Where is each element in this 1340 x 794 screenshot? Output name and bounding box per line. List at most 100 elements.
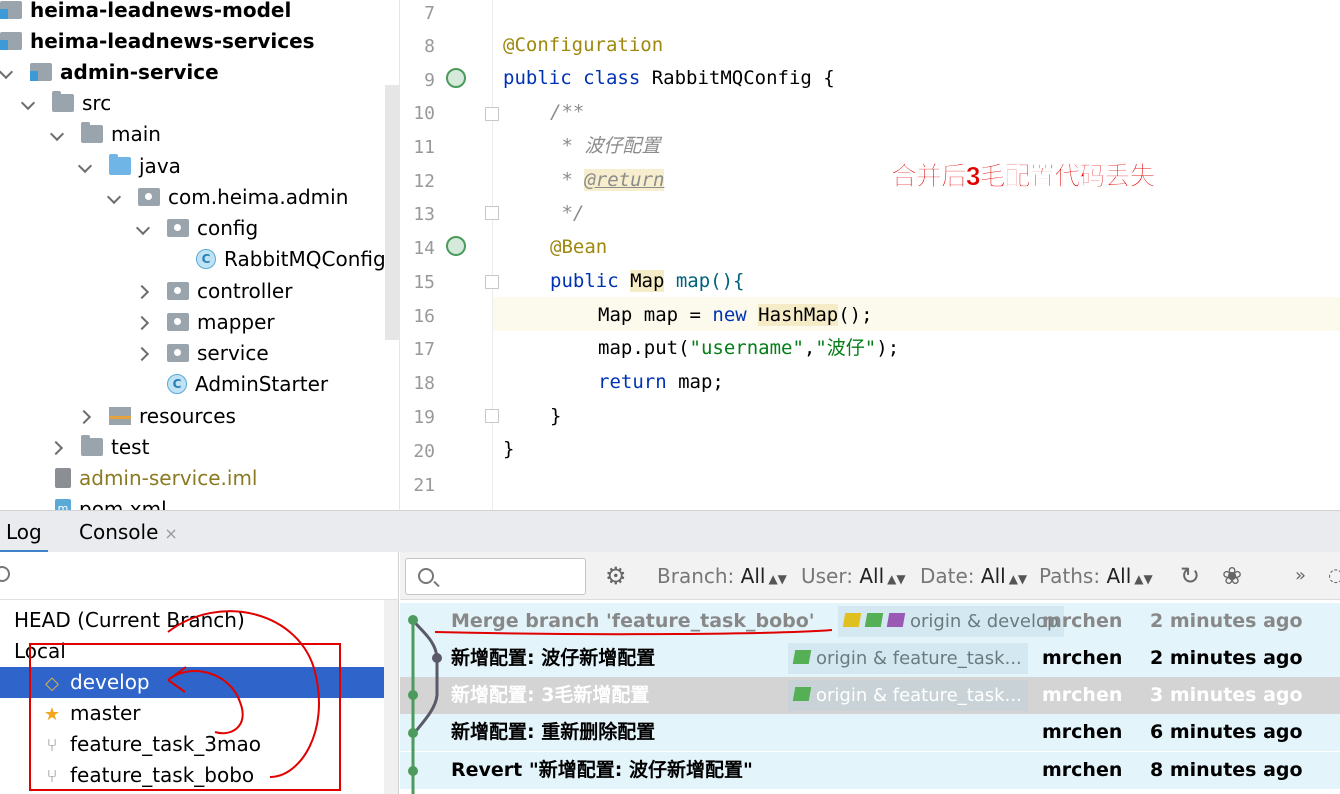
- chevron-right-icon[interactable]: [51, 440, 65, 454]
- tree-scrollbar[interactable]: [385, 85, 399, 340]
- commit-row-selected[interactable]: 新增配置: 3毛新增配置 origin & feature_task... mr…: [400, 677, 1340, 714]
- javadoc-tag: @return: [584, 169, 665, 191]
- tree-item-label: src: [82, 90, 112, 115]
- commit-author: mrchen: [1042, 759, 1123, 781]
- tree-item-iml[interactable]: admin-service.iml: [55, 462, 257, 493]
- chevron-down-icon[interactable]: [108, 190, 122, 204]
- chevron-right-icon[interactable]: [79, 409, 93, 423]
- commit-row[interactable]: Revert "新增配置: 波仔新增配置" mrchen 8 minutes a…: [400, 752, 1340, 789]
- project-tree: heima-leadnews-model heima-leadnews-serv…: [0, 0, 400, 510]
- commit-message: 新增配置: 波仔新增配置: [451, 647, 656, 669]
- tab-console[interactable]: Console ×: [73, 511, 184, 553]
- caret-icon: ▲▼: [1134, 572, 1153, 586]
- module-icon: [0, 0, 22, 19]
- user-filter[interactable]: User: All ▲▼: [801, 564, 906, 588]
- code-line-20: }: [503, 438, 515, 460]
- more-icon[interactable]: »: [1295, 565, 1306, 586]
- code-editor[interactable]: 7 8 9 10 11 12 13 14 15 16 17 18 19 20 2…: [401, 0, 1340, 510]
- tree-item-label: heima-leadnews-services: [30, 28, 315, 53]
- spring-bean-gutter-icon[interactable]: [446, 68, 466, 88]
- string-literal: "波仔": [815, 337, 877, 359]
- iml-file-icon: [55, 467, 71, 488]
- tree-item-main[interactable]: main: [51, 118, 161, 149]
- code-area[interactable]: @Configuration public class RabbitMQConf…: [503, 0, 1340, 510]
- spring-bean-gutter-icon[interactable]: [446, 236, 466, 256]
- tree-item-pom[interactable]: m pom.xml: [55, 493, 167, 510]
- date-filter[interactable]: Date: All ▲▼: [920, 564, 1027, 588]
- tab-log[interactable]: Log: [0, 511, 48, 553]
- line-number: 15: [413, 272, 435, 293]
- search-icon: [0, 566, 10, 582]
- branch-item-master[interactable]: ★ master: [0, 698, 384, 729]
- tree-item-label: service: [197, 340, 269, 365]
- chevron-down-icon[interactable]: [79, 159, 93, 173]
- tree-item-java[interactable]: java: [79, 150, 181, 181]
- search-icon[interactable]: ◌: [1328, 565, 1340, 586]
- fold-icon[interactable]: [485, 409, 499, 423]
- branch-filter[interactable]: Branch: All ▲▼: [657, 564, 787, 588]
- paths-filter[interactable]: Paths: All ▲▼: [1039, 564, 1153, 588]
- class-icon: C: [196, 248, 216, 269]
- filter-value: All: [980, 564, 1006, 588]
- tree-item-label: admin-service: [60, 59, 219, 84]
- fold-icon[interactable]: [485, 206, 499, 220]
- tree-item-model[interactable]: heima-leadnews-model: [0, 0, 291, 25]
- branch-group-label: Local: [14, 639, 66, 663]
- branch-item-develop[interactable]: ◇ develop: [0, 667, 384, 698]
- tree-item-test[interactable]: test: [51, 431, 149, 462]
- line-number: 17: [413, 339, 435, 360]
- chevron-down-icon[interactable]: [51, 127, 65, 141]
- close-icon[interactable]: ×: [164, 524, 177, 543]
- branch-item-feature-3mao[interactable]: ⑂ feature_task_3mao: [0, 729, 384, 760]
- fold-icon[interactable]: [485, 107, 499, 121]
- commit-message: Merge branch 'feature_task_bobo': [451, 610, 815, 632]
- chevron-down-icon[interactable]: [22, 96, 36, 110]
- tree-item-resources[interactable]: resources: [79, 400, 236, 431]
- code-text: Map map =: [598, 304, 713, 326]
- commit-message: 新增配置: 重新删除配置: [451, 721, 656, 743]
- code-line-11: * 波仔配置: [550, 135, 661, 157]
- code-line-9: public class RabbitMQConfig {: [503, 62, 835, 94]
- branches-scrollbar[interactable]: [384, 600, 398, 794]
- commit-row[interactable]: 新增配置: 重新删除配置 mrchen 6 minutes ago: [400, 714, 1340, 751]
- tree-item-mapper[interactable]: mapper: [137, 306, 275, 337]
- commit-time: 8 minutes ago: [1150, 759, 1303, 781]
- filter-value: All: [740, 564, 766, 588]
- tag-icon: [792, 687, 812, 701]
- tree-item-admin-service[interactable]: admin-service: [0, 56, 219, 87]
- fold-icon[interactable]: [485, 275, 499, 289]
- commit-row[interactable]: Merge branch 'feature_task_bobo' origin …: [400, 603, 1340, 640]
- tab-label: Console: [79, 520, 159, 544]
- caret-icon: ▲▼: [768, 572, 787, 586]
- keyword: public: [550, 270, 631, 292]
- chevron-down-icon[interactable]: [137, 221, 151, 235]
- tree-item-adminstarter[interactable]: C AdminStarter: [167, 368, 328, 399]
- branch-item-feature-bobo[interactable]: ⑂ feature_task_bobo: [0, 760, 384, 791]
- maven-file-icon: m: [55, 498, 71, 510]
- tree-item-package[interactable]: com.heima.admin: [108, 181, 348, 212]
- chevron-down-icon[interactable]: [0, 65, 14, 79]
- refresh-icon[interactable]: ↻: [1180, 562, 1200, 590]
- tree-item-services[interactable]: heima-leadnews-services: [0, 25, 315, 56]
- tag-icon: [842, 613, 862, 627]
- tree-item-controller[interactable]: controller: [137, 275, 292, 306]
- commit-row[interactable]: 新增配置: 波仔新增配置 origin & feature_task... mr…: [400, 640, 1340, 677]
- log-search-input[interactable]: [405, 558, 586, 595]
- filter-label: Branch:: [657, 564, 735, 588]
- package-icon: [167, 218, 189, 237]
- log-toolbar: ⚙ Branch: All ▲▼ User: All ▲▼ Date: All ▲▼ …: [400, 552, 1340, 600]
- chevron-right-icon[interactable]: [137, 346, 151, 360]
- tree-item-config[interactable]: config: [137, 212, 258, 243]
- gear-icon[interactable]: ⚙: [605, 562, 627, 590]
- tree-item-rabbitmqconfig[interactable]: C RabbitMQConfig: [196, 243, 386, 274]
- chevron-right-icon[interactable]: [137, 315, 151, 329]
- tree-item-service[interactable]: service: [137, 337, 269, 368]
- branch-search[interactable]: [0, 552, 399, 600]
- branch-group-local[interactable]: Local: [0, 636, 384, 667]
- class-name: RabbitMQConfig {: [651, 67, 835, 89]
- tree-item-src[interactable]: src: [22, 87, 111, 118]
- cherry-pick-icon[interactable]: ❀: [1222, 562, 1242, 590]
- branch-head[interactable]: HEAD (Current Branch): [0, 605, 384, 636]
- tree-item-label: controller: [197, 278, 293, 303]
- chevron-right-icon[interactable]: [137, 284, 151, 298]
